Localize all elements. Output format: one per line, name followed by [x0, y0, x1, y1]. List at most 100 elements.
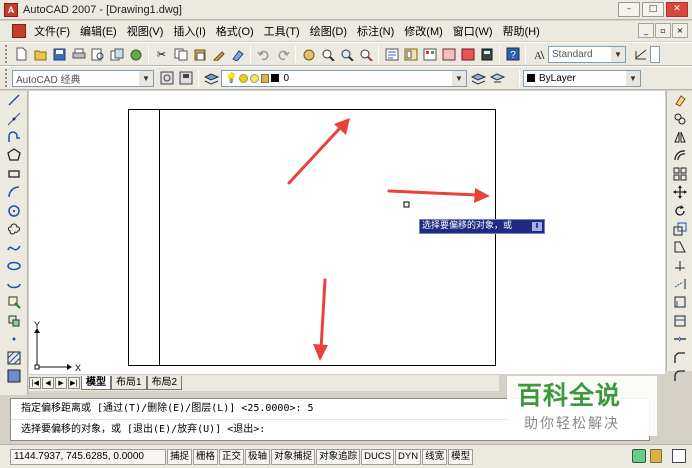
chevron-down-icon[interactable]: ▼ — [611, 46, 625, 62]
erase-icon[interactable] — [667, 91, 692, 109]
layer-manager-icon[interactable] — [203, 70, 220, 87]
toolbar-grip[interactable] — [5, 69, 9, 87]
drawing-canvas[interactable]: X Y — [29, 91, 665, 374]
make-block-icon[interactable] — [0, 312, 28, 330]
osnap-toggle[interactable]: 对象捕捉 — [271, 448, 316, 465]
rotate-icon[interactable] — [667, 201, 692, 219]
tool-palettes-icon[interactable] — [421, 46, 438, 63]
menu-modify[interactable]: 修改(M) — [400, 23, 447, 39]
menu-tools[interactable]: 工具(T) — [260, 23, 304, 39]
first-tab-button[interactable]: |◀ — [29, 377, 41, 389]
line-icon[interactable] — [0, 91, 28, 109]
document-icon[interactable] — [12, 24, 26, 38]
pan-realtime-icon[interactable] — [300, 46, 317, 63]
gradient-icon[interactable] — [0, 367, 28, 385]
chevron-down-icon[interactable]: ▼ — [139, 70, 153, 86]
join-icon[interactable] — [667, 330, 692, 348]
tab-layout2[interactable]: 布局2 — [146, 376, 183, 390]
workspace-save-icon[interactable] — [177, 70, 194, 87]
spline-icon[interactable] — [0, 238, 28, 256]
array-icon[interactable] — [667, 165, 692, 183]
paste-icon[interactable] — [191, 46, 208, 63]
design-center-icon[interactable] — [402, 46, 419, 63]
make-object-layer-current-icon[interactable] — [470, 70, 487, 87]
menu-format[interactable]: 格式(O) — [212, 23, 258, 39]
move-icon[interactable] — [667, 183, 692, 201]
lineweight-toggle[interactable]: 线宽 — [422, 448, 448, 465]
workspace-combo[interactable]: AutoCAD 经典 ▼ — [12, 69, 154, 87]
new-file-icon[interactable] — [13, 46, 30, 63]
extend-icon[interactable] — [667, 275, 692, 293]
trim-icon[interactable] — [667, 257, 692, 275]
copy-icon[interactable] — [172, 46, 189, 63]
ellipse-arc-icon[interactable] — [0, 275, 28, 293]
polar-toggle[interactable]: 极轴 — [245, 448, 271, 465]
redo-icon[interactable] — [274, 46, 291, 63]
maximize-button[interactable]: □ — [642, 2, 664, 17]
point-icon[interactable] — [0, 330, 28, 348]
copy-object-icon[interactable] — [667, 109, 692, 127]
dim-style-icon[interactable] — [632, 46, 649, 63]
close-button[interactable]: ✕ — [666, 2, 688, 17]
circle-icon[interactable] — [0, 201, 28, 219]
arc-icon[interactable] — [0, 183, 28, 201]
lock-toolbar-icon[interactable] — [650, 449, 662, 463]
print-icon[interactable] — [70, 46, 87, 63]
open-file-icon[interactable] — [32, 46, 49, 63]
polyline-icon[interactable] — [0, 128, 28, 146]
dyn-toggle[interactable]: DYN — [395, 448, 422, 465]
mirror-icon[interactable] — [667, 128, 692, 146]
layer-combo[interactable]: 💡 0 ▼ — [221, 69, 467, 87]
doc-restore-button[interactable]: ▫ — [655, 23, 671, 38]
markup-icon[interactable] — [459, 46, 476, 63]
3d-dwf-icon[interactable] — [127, 46, 144, 63]
drawing-area[interactable]: X Y 选择要偏移的对象，或 ⬇ — [29, 91, 665, 374]
freeze-viewport-icon[interactable] — [250, 73, 260, 83]
cut-icon[interactable]: ✂ — [153, 46, 170, 63]
menu-insert[interactable]: 插入(I) — [169, 23, 209, 39]
construction-line-icon[interactable] — [0, 109, 28, 127]
snap-toggle[interactable]: 捕捉 — [167, 448, 193, 465]
break-icon[interactable] — [667, 312, 692, 330]
scale-icon[interactable] — [667, 220, 692, 238]
autocad-app-icon[interactable]: A — [4, 2, 18, 17]
last-tab-button[interactable]: ▶| — [68, 377, 80, 389]
block-editor-icon[interactable] — [229, 46, 246, 63]
menu-edit[interactable]: 编辑(E) — [76, 23, 121, 39]
doc-minimize-button[interactable]: _ — [638, 23, 654, 38]
undo-icon[interactable] — [255, 46, 272, 63]
chevron-down-icon[interactable]: ▼ — [452, 70, 466, 86]
next-tab-button[interactable]: ▶ — [55, 377, 67, 389]
properties-icon[interactable] — [383, 46, 400, 63]
insert-block-icon[interactable] — [0, 293, 28, 311]
otrack-toggle[interactable]: 对象追踪 — [316, 448, 361, 465]
revision-cloud-icon[interactable] — [0, 220, 28, 238]
layer-previous-icon[interactable] — [489, 70, 506, 87]
hatch-icon[interactable] — [0, 348, 28, 366]
communication-center-icon[interactable] — [632, 449, 646, 463]
minimize-button[interactable]: – — [618, 2, 640, 17]
zoom-window-icon[interactable] — [338, 46, 355, 63]
workspace-settings-icon[interactable] — [158, 70, 175, 87]
save-icon[interactable] — [51, 46, 68, 63]
match-properties-icon[interactable] — [210, 46, 227, 63]
lock-icon[interactable] — [261, 73, 270, 83]
dim-style-combo[interactable] — [650, 45, 660, 63]
print-preview-icon[interactable] — [89, 46, 106, 63]
clean-screen-icon[interactable] — [672, 449, 686, 463]
ellipse-icon[interactable] — [0, 257, 28, 275]
offset-icon[interactable] — [667, 146, 692, 164]
tooltip-options-button[interactable]: ⬇ — [532, 222, 542, 231]
publish-icon[interactable] — [108, 46, 125, 63]
fillet-icon[interactable] — [667, 367, 692, 385]
model-space-toggle[interactable]: 模型 — [448, 448, 474, 465]
doc-close-button[interactable]: × — [672, 23, 688, 38]
tab-layout1[interactable]: 布局1 — [111, 376, 147, 390]
help-icon[interactable]: ? — [504, 46, 521, 63]
menu-help[interactable]: 帮助(H) — [499, 23, 544, 39]
menu-file[interactable]: 文件(F) — [30, 23, 74, 39]
menu-draw[interactable]: 绘图(D) — [306, 23, 351, 39]
coordinate-readout[interactable]: 1144.7937, 745.6285, 0.0000 — [10, 448, 166, 465]
zoom-previous-icon[interactable] — [357, 46, 374, 63]
prev-tab-button[interactable]: ◀ — [42, 377, 54, 389]
